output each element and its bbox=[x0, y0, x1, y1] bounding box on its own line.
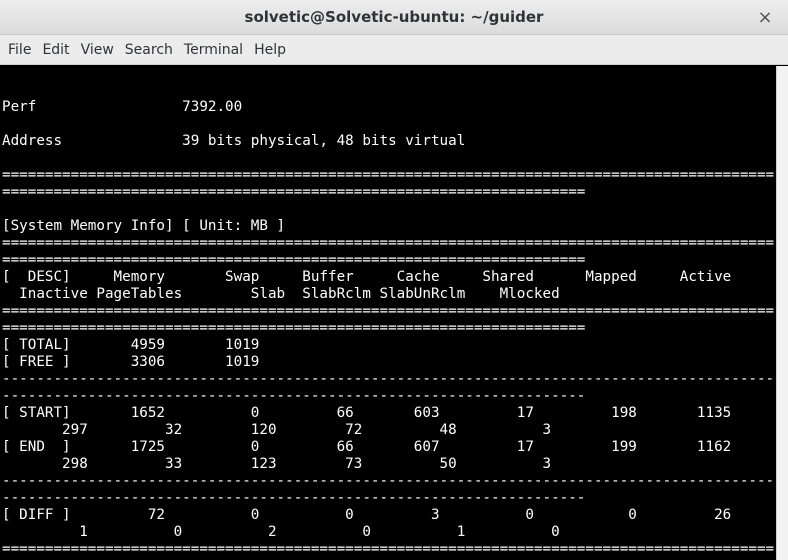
terminal-text: Perf 7392.00 Address 39 bits physical, 48… bbox=[2, 82, 774, 560]
terminal-line: [ DIFF ] 72 0 0 3 0 0 26 bbox=[2, 507, 732, 523]
terminal-line: ----------------------------------------… bbox=[2, 473, 775, 489]
menu-help[interactable]: Help bbox=[249, 42, 292, 58]
terminal-line: ========================================… bbox=[2, 541, 775, 557]
terminal-line: [ DESC] Memory Swap Buffer Cache Shared … bbox=[2, 269, 732, 285]
terminal-window: solvetic@Solvetic-ubuntu: ~/guider × Fil… bbox=[0, 0, 788, 560]
terminal-line: [ START] 1652 0 66 603 17 198 1135 bbox=[2, 405, 732, 421]
menu-terminal[interactable]: Terminal bbox=[179, 42, 249, 58]
terminal-line: ========================================… bbox=[2, 320, 586, 336]
menu-view[interactable]: View bbox=[76, 42, 120, 58]
terminal-line: ----------------------------------------… bbox=[2, 371, 775, 387]
menu-bar: File Edit View Search Terminal Help bbox=[0, 35, 788, 65]
terminal-line: 297 32 120 72 48 3 bbox=[2, 422, 552, 438]
terminal-line: Perf 7392.00 bbox=[2, 99, 243, 115]
menu-search[interactable]: Search bbox=[120, 42, 179, 58]
terminal-line: [ END ] 1725 0 66 607 17 199 1162 bbox=[2, 439, 732, 455]
title-bar[interactable]: solvetic@Solvetic-ubuntu: ~/guider × bbox=[0, 0, 788, 35]
terminal-line: ========================================… bbox=[2, 252, 586, 268]
terminal-output[interactable]: Perf 7392.00 Address 39 bits physical, 48… bbox=[0, 66, 776, 560]
terminal-line: ========================================… bbox=[2, 235, 775, 251]
terminal-line: [System Memory Info] [ Unit: MB ] bbox=[2, 218, 286, 234]
terminal-line: ----------------------------------------… bbox=[2, 490, 586, 506]
menu-file[interactable]: File bbox=[3, 42, 37, 58]
terminal-line: ========================================… bbox=[2, 303, 775, 319]
terminal-line: [ FREE ] 3306 1019 bbox=[2, 354, 260, 370]
window-title: solvetic@Solvetic-ubuntu: ~/guider bbox=[244, 8, 544, 26]
terminal-line: 1 0 2 0 1 0 bbox=[2, 524, 560, 540]
terminal-line: Address 39 bits physical, 48 bits virtua… bbox=[2, 133, 466, 149]
terminal-line: [ TOTAL] 4959 1019 bbox=[2, 337, 260, 353]
terminal-line: ========================================… bbox=[2, 167, 775, 183]
terminal-line: Inactive PageTables Slab SlabRclm SlabUn… bbox=[2, 286, 560, 302]
terminal-line: ========================================… bbox=[2, 184, 586, 200]
menu-edit[interactable]: Edit bbox=[37, 42, 75, 58]
terminal-line: ----------------------------------------… bbox=[2, 388, 586, 404]
terminal-line: 298 33 123 73 50 3 bbox=[2, 456, 552, 472]
terminal-scrollbar[interactable] bbox=[776, 66, 788, 560]
close-icon[interactable]: × bbox=[756, 9, 774, 27]
